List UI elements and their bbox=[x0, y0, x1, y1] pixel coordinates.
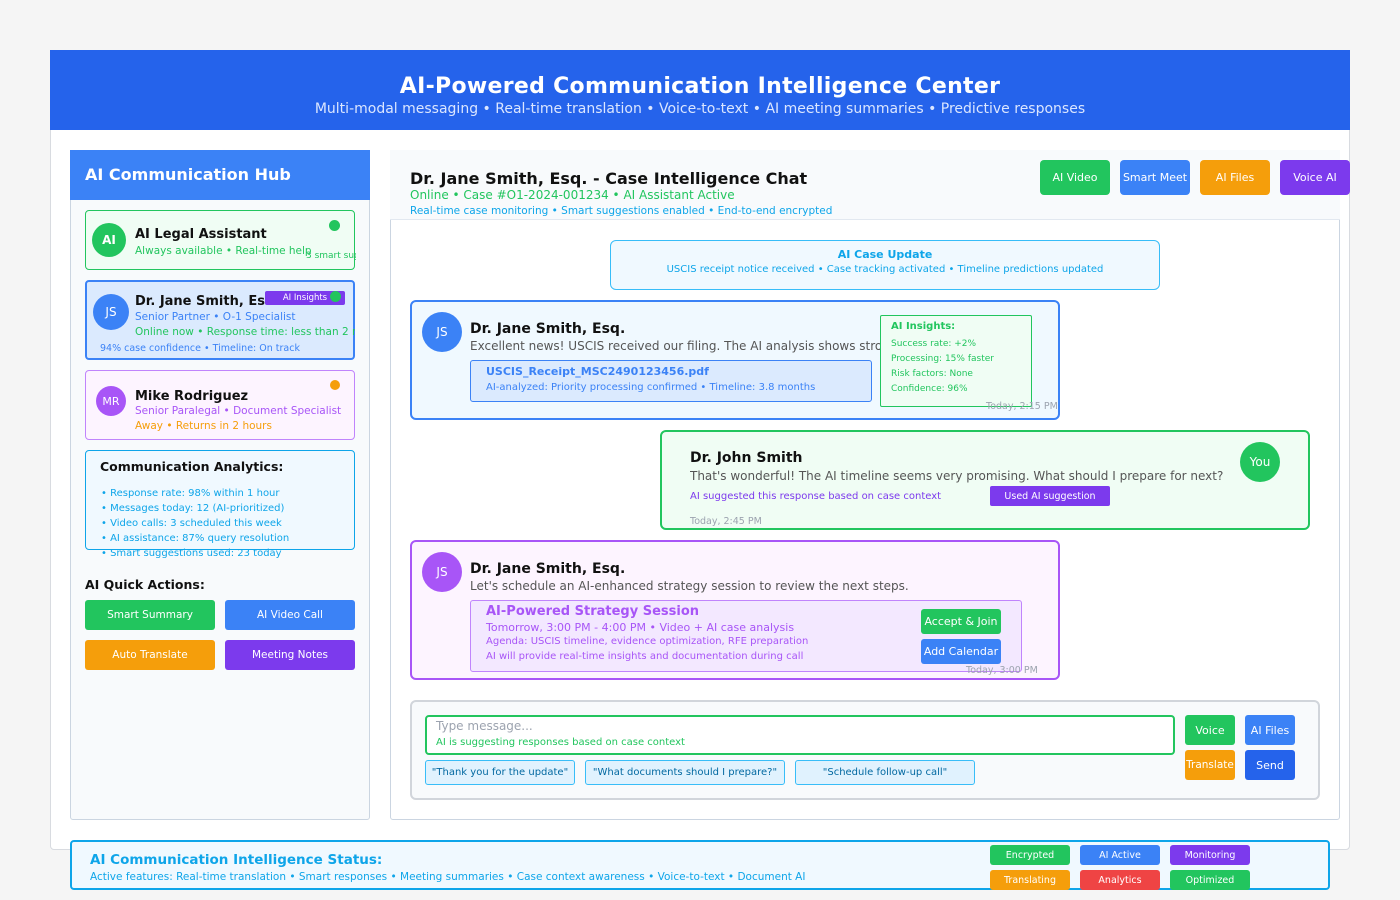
meeting-invite-card: AI-Powered Strategy Session Tomorrow, 3:… bbox=[470, 600, 1022, 672]
message-jane-smith-1: JS Dr. Jane Smith, Esq. Excellent news! … bbox=[410, 300, 1060, 420]
contact-name: AI Legal Assistant bbox=[135, 227, 267, 242]
chat-title: Dr. Jane Smith, Esq. - Case Intelligence… bbox=[410, 169, 808, 188]
status-badge: Translating bbox=[990, 870, 1070, 890]
insight-item: Success rate: +2% bbox=[891, 339, 977, 349]
analytics-item: • Messages today: 12 (AI-prioritized) bbox=[101, 503, 285, 514]
page-subtitle: Multi-modal messaging • Real-time transl… bbox=[314, 101, 1086, 117]
insight-item: Risk factors: None bbox=[891, 369, 973, 379]
analytics-item: • Response rate: 98% within 1 hour bbox=[101, 488, 280, 499]
message-text: That's wonderful! The AI timeline seems … bbox=[690, 469, 1224, 483]
online-status-dot bbox=[330, 291, 341, 302]
smart-suggestions-count: 3 smart suggestions bbox=[306, 251, 356, 261]
ai-insights-panel: AI Insights: Success rate: +2% Processin… bbox=[880, 315, 1032, 407]
voice-ai-button[interactable]: Voice AI bbox=[1280, 160, 1350, 195]
ai-video-button[interactable]: AI Video bbox=[1040, 160, 1110, 195]
chat-features: Real-time case monitoring • Smart sugges… bbox=[410, 205, 833, 217]
ai-video-call-button[interactable]: AI Video Call bbox=[225, 600, 355, 630]
chat-status: Online • Case #O1-2024-001234 • AI Assis… bbox=[410, 188, 735, 202]
insight-item: Processing: 15% faster bbox=[891, 354, 994, 364]
message-text: Let's schedule an AI-enhanced strategy s… bbox=[470, 579, 909, 593]
avatar: AI bbox=[92, 223, 126, 257]
message-input-placeholder: Type message... bbox=[436, 719, 533, 733]
translate-button[interactable]: Translate bbox=[1185, 750, 1235, 780]
case-confidence: 94% case confidence • Timeline: On track bbox=[100, 343, 300, 354]
contact-name: Dr. Jane Smith, Esq. bbox=[135, 294, 265, 309]
contact-status: Online now • Response time: less than 2 … bbox=[135, 326, 355, 338]
accept-join-button[interactable]: Accept & Join bbox=[921, 609, 1001, 634]
analytics-title: Communication Analytics: bbox=[100, 459, 284, 474]
contact-role: Senior Paralegal • Document Specialist bbox=[135, 405, 342, 417]
meeting-note: AI will provide real-time insights and d… bbox=[486, 651, 804, 662]
send-button[interactable]: Send bbox=[1245, 750, 1295, 780]
message-time: Today, 3:00 PM bbox=[966, 665, 1038, 676]
ai-files-attach-button[interactable]: AI Files bbox=[1245, 715, 1295, 745]
page-title: AI-Powered Communication Intelligence Ce… bbox=[399, 74, 1001, 99]
meeting-agenda: Agenda: USCIS timeline, evidence optimiz… bbox=[486, 636, 809, 647]
status-badge: Analytics bbox=[1080, 870, 1160, 890]
message-jane-smith-2: JS Dr. Jane Smith, Esq. Let's schedule a… bbox=[410, 540, 1060, 680]
status-title: AI Communication Intelligence Status: bbox=[90, 852, 383, 868]
analytics-item: • Smart suggestions used: 23 today bbox=[101, 548, 282, 559]
status-badge: AI Active bbox=[1080, 845, 1160, 865]
insights-title: AI Insights: bbox=[891, 321, 956, 332]
ai-suggest-hint: AI is suggesting responses based on case… bbox=[436, 737, 685, 748]
status-bar: AI Communication Intelligence Status: Ac… bbox=[70, 840, 1330, 890]
meeting-notes-button[interactable]: Meeting Notes bbox=[225, 640, 355, 670]
meeting-time: Tomorrow, 3:00 PM - 4:00 PM • Video + AI… bbox=[486, 621, 795, 634]
update-text: USCIS receipt notice received • Case tra… bbox=[666, 264, 1104, 275]
message-text: Excellent news! USCIS received our filin… bbox=[470, 339, 880, 353]
message-input[interactable]: Type message... AI is suggesting respons… bbox=[425, 715, 1175, 755]
auto-translate-button[interactable]: Auto Translate bbox=[85, 640, 215, 670]
ai-files-button[interactable]: AI Files bbox=[1200, 160, 1270, 195]
quick-actions-title: AI Quick Actions: bbox=[85, 577, 205, 592]
avatar: You bbox=[1240, 442, 1280, 482]
communication-analytics: Communication Analytics: • Response rate… bbox=[85, 450, 355, 559]
avatar: JS bbox=[93, 294, 129, 330]
ai-case-update: AI Case Update USCIS receipt notice rece… bbox=[610, 240, 1160, 290]
contact-mike-rodriguez[interactable]: MR Mike Rodriguez Senior Paralegal • Doc… bbox=[85, 370, 355, 440]
used-ai-suggestion-tag: Used AI suggestion bbox=[990, 486, 1110, 506]
message-sender: Dr. Jane Smith, Esq. bbox=[470, 561, 626, 577]
status-badge: Monitoring bbox=[1170, 845, 1250, 865]
contact-role: Senior Partner • O-1 Specialist bbox=[135, 311, 296, 323]
suggestion-chip[interactable]: "Thank you for the update" bbox=[425, 760, 575, 785]
status-text: Active features: Real-time translation •… bbox=[90, 871, 806, 883]
online-status-dot bbox=[329, 220, 340, 231]
voice-button[interactable]: Voice bbox=[1185, 715, 1235, 745]
contact-name: Mike Rodriguez bbox=[135, 389, 249, 404]
suggestion-chip[interactable]: "Schedule follow-up call" bbox=[795, 760, 975, 785]
analytics-item: • AI assistance: 87% query resolution bbox=[101, 533, 290, 544]
insight-item: Confidence: 96% bbox=[891, 384, 968, 394]
meeting-title: AI-Powered Strategy Session bbox=[486, 604, 700, 619]
smart-meet-button[interactable]: Smart Meet bbox=[1120, 160, 1190, 195]
contact-status: Always available • Real-time help bbox=[135, 245, 312, 257]
attachment-info: AI-analyzed: Priority processing confirm… bbox=[486, 382, 816, 393]
away-status-dot bbox=[330, 380, 340, 390]
status-badge: Encrypted bbox=[990, 845, 1070, 865]
page-header: AI-Powered Communication Intelligence Ce… bbox=[50, 50, 1350, 130]
avatar: JS bbox=[422, 552, 462, 592]
message-sender: Dr. John Smith bbox=[690, 450, 803, 466]
avatar: JS bbox=[422, 312, 462, 352]
message-john-smith: Dr. John Smith That's wonderful! The AI … bbox=[660, 430, 1310, 530]
sidebar-title: AI Communication Hub bbox=[70, 150, 370, 200]
avatar: MR bbox=[96, 386, 126, 416]
message-sender: Dr. Jane Smith, Esq. bbox=[470, 321, 626, 337]
attachment-card[interactable]: USCIS_Receipt_MSC2490123456.pdf AI-analy… bbox=[470, 360, 872, 402]
ai-suggestion-note: AI suggested this response based on case… bbox=[690, 491, 942, 502]
analytics-item: • Video calls: 3 scheduled this week bbox=[101, 518, 282, 529]
status-badge: Optimized bbox=[1170, 870, 1250, 890]
contact-status: Away • Returns in 2 hours bbox=[135, 420, 272, 432]
message-time: Today, 2:45 PM bbox=[690, 516, 762, 527]
message-time: Today, 2:15 PM bbox=[986, 401, 1058, 412]
contact-ai-legal-assistant[interactable]: AI AI Legal Assistant Always available •… bbox=[85, 210, 356, 270]
contact-jane-smith[interactable]: JS Dr. Jane Smith, Esq. AI Insights Seni… bbox=[85, 280, 355, 360]
update-title: AI Case Update bbox=[837, 248, 933, 261]
suggestion-chip[interactable]: "What documents should I prepare?" bbox=[585, 760, 785, 785]
attachment-filename: USCIS_Receipt_MSC2490123456.pdf bbox=[486, 365, 709, 378]
smart-summary-button[interactable]: Smart Summary bbox=[85, 600, 215, 630]
add-calendar-button[interactable]: Add Calendar bbox=[921, 639, 1001, 664]
